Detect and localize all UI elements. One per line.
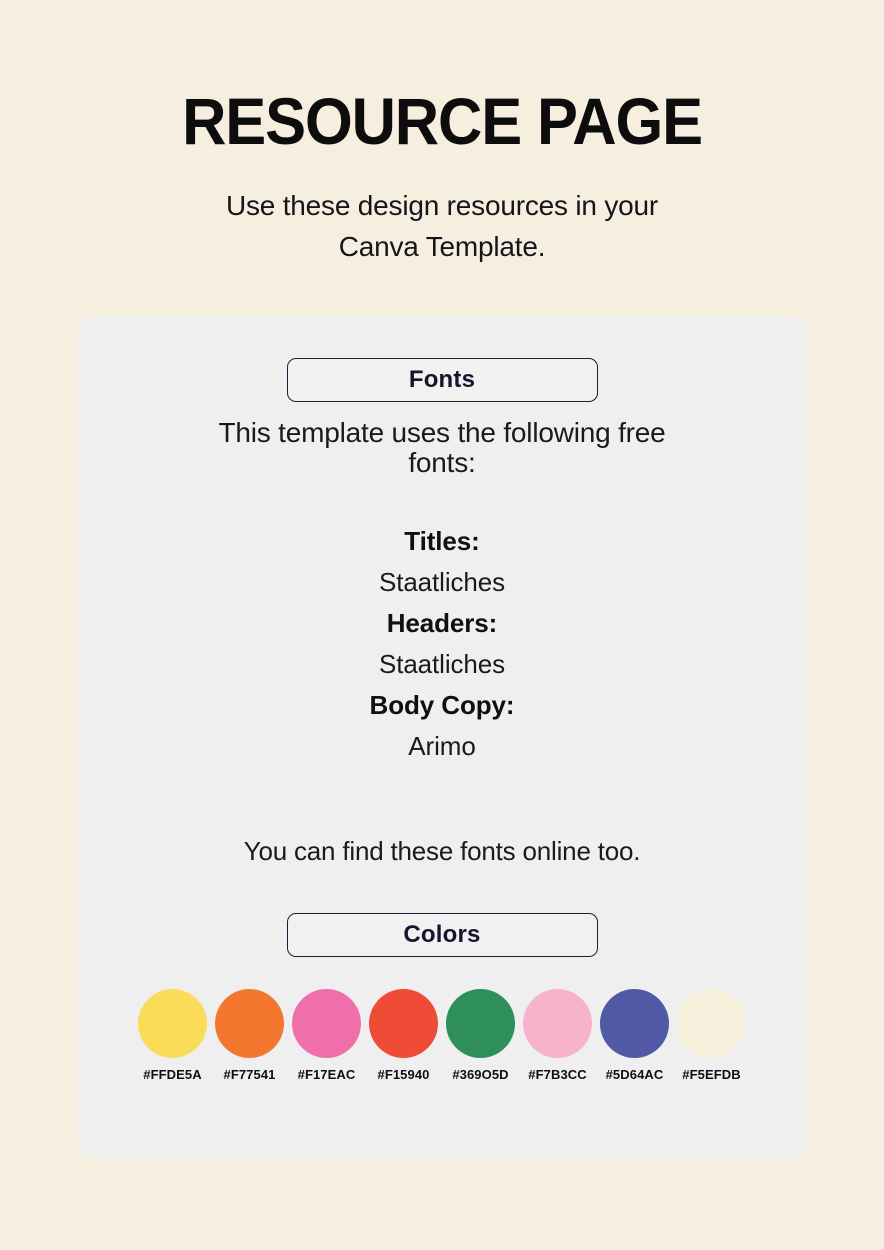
colors-badge-wrapper: Colors — [78, 913, 806, 957]
color-swatch: #FFDE5A — [134, 989, 211, 1082]
color-swatch-hex-label: #5D64AC — [605, 1067, 664, 1082]
fonts-section-badge: Fonts — [286, 358, 598, 402]
color-swatch-hex-label: #FFDE5A — [143, 1067, 202, 1082]
color-swatch-dot — [600, 989, 669, 1058]
color-swatch-hex-label: #F77541 — [223, 1067, 276, 1082]
color-swatch-row: #FFDE5A #F77541 #F17EAC #F15940 #369O5D … — [78, 989, 806, 1082]
color-swatch-dot — [446, 989, 515, 1058]
font-name-headers: Staatliches — [378, 649, 506, 679]
font-role-titles: Titles: — [404, 526, 480, 556]
page-subtitle: Use these design resources in your Canva… — [225, 190, 659, 262]
color-swatch: #F77541 — [211, 989, 288, 1082]
color-swatch: #5D64AC — [596, 989, 673, 1082]
resources-panel: Fonts This template uses the following f… — [78, 316, 806, 1158]
color-swatch: #F5EFDB — [673, 989, 750, 1082]
color-swatch: #F7B3CC — [519, 989, 596, 1082]
color-swatch-hex-label: #F5EFDB — [682, 1067, 741, 1082]
page-title: RESOURCE PAGE — [182, 84, 703, 158]
font-name-body-copy: Arimo — [408, 731, 476, 761]
font-name-titles: Staatliches — [378, 567, 506, 597]
color-swatch-dot — [292, 989, 361, 1058]
font-role-headers: Headers: — [386, 608, 498, 638]
colors-section-badge: Colors — [286, 913, 598, 957]
color-swatch-dot — [138, 989, 207, 1058]
resource-page: RESOURCE PAGE Use these design resources… — [0, 0, 884, 1250]
color-swatch: #F15940 — [365, 989, 442, 1082]
color-swatch: #F17EAC — [288, 989, 365, 1082]
font-list: Titles: Staatliches Headers: Staatliches… — [78, 521, 806, 767]
color-swatch: #369O5D — [442, 989, 519, 1082]
color-swatch-hex-label: #F17EAC — [297, 1067, 356, 1082]
color-swatch-dot — [677, 989, 746, 1058]
font-role-body-copy: Body Copy: — [369, 690, 515, 720]
page-header: RESOURCE PAGE Use these design resources… — [0, 0, 884, 267]
color-swatch-hex-label: #369O5D — [452, 1067, 509, 1082]
fonts-badge-wrapper: Fonts — [78, 358, 806, 402]
color-swatch-hex-label: #F15940 — [377, 1067, 430, 1082]
color-swatch-dot — [369, 989, 438, 1058]
fonts-intro-text: This template uses the following free fo… — [218, 417, 666, 478]
fonts-outro-text: You can find these fonts online too. — [243, 836, 641, 866]
color-swatch-dot — [215, 989, 284, 1058]
color-swatch-hex-label: #F7B3CC — [528, 1067, 587, 1082]
color-swatch-dot — [523, 989, 592, 1058]
